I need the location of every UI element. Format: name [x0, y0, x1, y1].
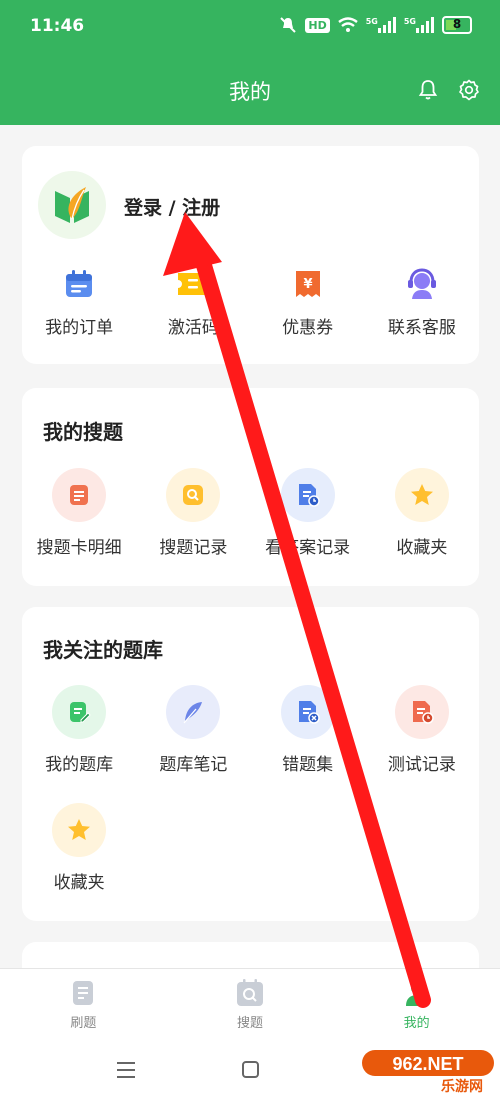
leaf-logo-icon	[55, 187, 89, 223]
doc-x-icon	[280, 685, 335, 739]
my-search-items: 搜题卡明细 搜题记录 看答案记录 收藏夹	[22, 468, 479, 558]
mute-bell-icon	[280, 17, 297, 33]
tab-label: 搜题	[237, 1016, 264, 1031]
ticket-icon	[175, 266, 211, 302]
login-register-link[interactable]: 登录 / 注册	[124, 193, 220, 220]
gear-icon[interactable]	[457, 78, 481, 102]
quick-action-orders[interactable]: 我的订单	[22, 266, 136, 338]
avatar[interactable]	[38, 171, 106, 239]
signal-bars-icon	[416, 17, 434, 33]
quick-action-label: 联系客服	[387, 318, 456, 338]
wifi-icon	[337, 17, 358, 32]
quick-action-customer-service[interactable]: 联系客服	[365, 266, 479, 338]
item-label: 收藏夹	[53, 873, 105, 893]
svg-text:¥: ¥	[303, 277, 312, 292]
battery-level: 8	[452, 17, 462, 31]
tab-mine[interactable]: 我的	[333, 969, 500, 1040]
quick-action-label: 我的订单	[45, 318, 114, 338]
signal-bars-icon	[377, 17, 396, 33]
feather-icon	[166, 685, 221, 739]
status-bar: 11:46 HD 5G 5G 8	[0, 0, 500, 56]
item-label: 错题集	[282, 755, 334, 775]
edit-doc-icon	[52, 685, 107, 739]
list-icon	[52, 468, 107, 522]
bank-notes[interactable]: 题库笔记	[136, 685, 250, 775]
quick-actions: 我的订单 激活码 ¥ 优惠券 联系客服	[22, 266, 479, 338]
home-button[interactable]	[242, 1061, 259, 1078]
test-records[interactable]: 测试记录	[365, 685, 479, 775]
hd-icon: HD	[305, 17, 330, 33]
answer-view-history[interactable]: 看答案记录	[251, 468, 365, 558]
tab-label: 我的	[403, 1016, 430, 1031]
search-history[interactable]: 搜题记录	[136, 468, 250, 558]
signal-2: 5G	[404, 17, 434, 33]
item-label: 看答案记录	[265, 538, 351, 558]
status-time: 11:46	[30, 16, 85, 36]
bank-favorites[interactable]: 收藏夹	[22, 803, 136, 893]
user-icon	[405, 982, 428, 1006]
favorites[interactable]: 收藏夹	[365, 468, 479, 558]
watermark-brand: 962.NET	[392, 1054, 463, 1074]
search-icon	[166, 468, 221, 522]
coupon-icon: ¥	[290, 266, 326, 302]
quick-action-label: 优惠券	[282, 318, 334, 338]
item-label: 收藏夹	[396, 538, 448, 558]
status-icons: HD 5G 5G 8	[279, 16, 472, 34]
item-label: 测试记录	[387, 755, 456, 775]
watermark-sub: 乐游网	[441, 1078, 483, 1094]
followed-banks-card: 我关注的题库 我的题库 题库笔记 错题集 测试记录 收藏夹	[22, 607, 479, 921]
item-label: 搜题卡明细	[36, 538, 122, 558]
wrong-questions[interactable]: 错题集	[251, 685, 365, 775]
doc-clock-icon	[280, 468, 335, 522]
star-icon	[394, 468, 449, 522]
bell-icon[interactable]	[416, 78, 440, 102]
doc-icon	[73, 981, 94, 1005]
battery-icon: 8	[442, 16, 472, 34]
quick-action-coupons[interactable]: ¥ 优惠券	[251, 266, 365, 338]
tab-practice[interactable]: 刷题	[0, 969, 167, 1040]
section-title: 我关注的题库	[43, 638, 163, 662]
signal-1: 5G	[366, 17, 396, 33]
calendar-icon	[61, 266, 97, 302]
quick-action-label: 激活码	[167, 318, 219, 338]
tab-label: 刷题	[70, 1016, 97, 1031]
search-card-detail[interactable]: 搜题卡明细	[22, 468, 136, 558]
recent-apps-button[interactable]	[117, 1062, 135, 1078]
my-search-card: 我的搜题 搜题卡明细 搜题记录 看答案记录 收藏夹	[22, 388, 479, 586]
item-label: 我的题库	[45, 755, 114, 775]
headset-icon	[404, 266, 440, 302]
quick-action-activation-code[interactable]: 激活码	[136, 266, 250, 338]
watermark-logo: 962.NET 乐游网	[362, 1050, 494, 1094]
bottom-nav: 刷题 搜题 我的	[0, 968, 500, 1040]
star-icon	[52, 803, 107, 857]
item-label: 题库笔记	[159, 755, 228, 775]
followed-banks-row-1: 我的题库 题库笔记 错题集 测试记录	[22, 685, 479, 775]
tab-search[interactable]: 搜题	[167, 969, 334, 1040]
followed-banks-row-2: 收藏夹	[22, 803, 479, 893]
doc-clock-icon	[394, 685, 449, 739]
section-title: 我的搜题	[43, 420, 123, 444]
app-header: 11:46 HD 5G 5G 8 我的	[0, 0, 500, 125]
my-question-banks[interactable]: 我的题库	[22, 685, 136, 775]
item-label: 搜题记录	[159, 538, 228, 558]
search-calendar-icon	[237, 979, 263, 1006]
profile-card: 登录 / 注册 我的订单 激活码 ¥ 优惠券 联系客服	[22, 146, 479, 364]
